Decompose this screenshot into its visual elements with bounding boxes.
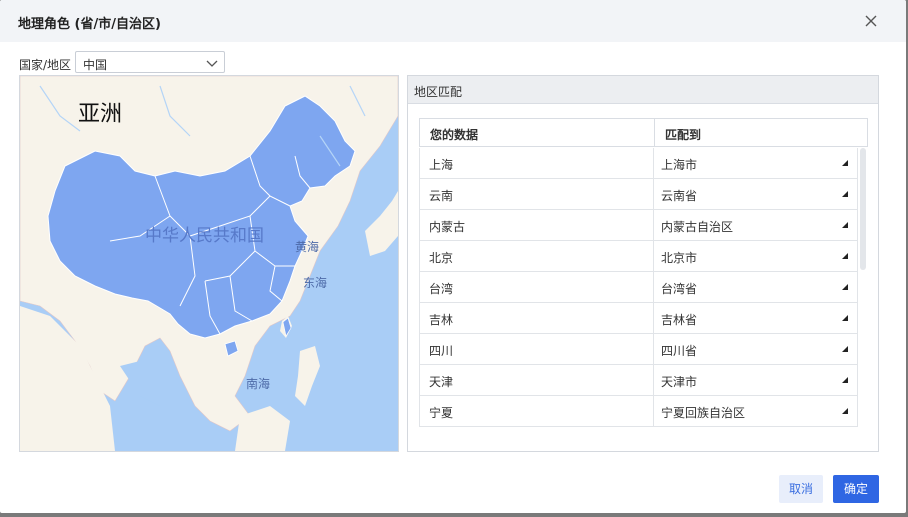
panel-title: 地区匹配 (414, 85, 463, 99)
table-row: 宁夏 宁夏回族自治区 (419, 396, 858, 427)
dropdown-triangle-icon[interactable] (842, 377, 848, 383)
panel-header: 地区匹配 (408, 76, 878, 104)
continent-label: 亚洲 (78, 102, 123, 127)
row-data-cell: 台湾 (429, 282, 454, 296)
country-map-label: 中华人民共和国 (145, 226, 264, 246)
table-scrollbar[interactable] (860, 148, 866, 270)
cell-divider (653, 365, 654, 395)
match-table: 您的数据 匹配到 上海 上海市 云南 云南省 内蒙古 内蒙古自治区 北京 北京市… (419, 118, 868, 428)
region-match-panel: 地区匹配 您的数据 匹配到 上海 上海市 云南 云南省 内蒙古 内蒙古自治区 北… (407, 75, 879, 452)
table-row: 四川 四川省 (419, 334, 858, 365)
country-select[interactable]: 中国 (75, 51, 225, 73)
row-data-cell: 北京 (429, 251, 454, 265)
south-sea-label: 南海 (246, 377, 271, 391)
table-row: 云南 云南省 (419, 179, 858, 210)
dropdown-triangle-icon[interactable] (842, 315, 848, 321)
geo-role-dialog: 地理角色 (省/市/自治区) 国家/地区 中国 亚洲 中华人民共和国 黄海 东海… (0, 0, 906, 513)
row-match-select[interactable]: 台湾省 (661, 280, 697, 297)
row-match-select[interactable]: 北京市 (661, 249, 697, 266)
row-data-cell: 宁夏 (429, 406, 454, 420)
row-match-select[interactable]: 宁夏回族自治区 (661, 404, 745, 421)
country-label: 国家/地区 (19, 58, 72, 72)
dropdown-triangle-icon[interactable] (842, 408, 848, 414)
dialog-header: 地理角色 (省/市/自治区) (0, 0, 906, 42)
dropdown-triangle-icon[interactable] (842, 222, 848, 228)
row-match-select[interactable]: 云南省 (661, 187, 697, 204)
row-match-select[interactable]: 吉林省 (661, 311, 697, 328)
map-view[interactable]: 亚洲 中华人民共和国 黄海 东海 南海 (19, 75, 399, 452)
row-match-select[interactable]: 四川省 (661, 342, 697, 359)
cell-divider (653, 272, 654, 302)
dialog-title: 地理角色 (省/市/自治区) (18, 17, 161, 32)
map-canvas (20, 76, 398, 451)
table-row: 北京 北京市 (419, 241, 858, 272)
column-header-match: 匹配到 (665, 128, 702, 142)
table-body: 上海 上海市 云南 云南省 内蒙古 内蒙古自治区 北京 北京市 台湾 台湾省 吉… (419, 148, 858, 427)
cell-divider (653, 148, 654, 178)
header-divider (654, 119, 655, 147)
dropdown-triangle-icon[interactable] (842, 253, 848, 259)
table-row: 上海 上海市 (419, 148, 858, 179)
row-match-select[interactable]: 内蒙古自治区 (661, 218, 733, 235)
chevron-down-icon (206, 60, 218, 67)
row-data-cell: 上海 (429, 158, 454, 172)
cell-divider (653, 396, 654, 426)
cancel-button[interactable]: 取消 (779, 475, 823, 503)
philippines-land (295, 346, 320, 406)
japan-land (365, 191, 398, 256)
dropdown-triangle-icon[interactable] (842, 346, 848, 352)
table-header: 您的数据 匹配到 (419, 118, 868, 147)
table-row: 吉林 吉林省 (419, 303, 858, 334)
east-sea-label: 东海 (303, 276, 328, 290)
row-data-cell: 四川 (429, 344, 454, 358)
row-data-cell: 云南 (429, 189, 454, 203)
dropdown-triangle-icon[interactable] (842, 191, 848, 197)
cell-divider (653, 210, 654, 240)
dropdown-triangle-icon[interactable] (842, 160, 848, 166)
row-data-cell: 天津 (429, 375, 454, 389)
confirm-button[interactable]: 确定 (833, 475, 879, 503)
table-row: 天津 天津市 (419, 365, 858, 396)
row-data-cell: 吉林 (429, 313, 454, 327)
table-row: 内蒙古 内蒙古自治区 (419, 210, 858, 241)
dropdown-triangle-icon[interactable] (842, 284, 848, 290)
row-data-cell: 内蒙古 (429, 220, 466, 234)
yellow-sea-label: 黄海 (295, 240, 320, 254)
row-match-select[interactable]: 天津市 (661, 373, 697, 390)
cell-divider (653, 303, 654, 333)
cell-divider (653, 334, 654, 364)
cell-divider (653, 241, 654, 271)
table-row: 台湾 台湾省 (419, 272, 858, 303)
country-select-value: 中国 (83, 58, 108, 72)
column-header-data: 您的数据 (430, 128, 479, 142)
cell-divider (653, 179, 654, 209)
close-icon[interactable] (862, 12, 880, 30)
row-match-select[interactable]: 上海市 (661, 156, 697, 173)
